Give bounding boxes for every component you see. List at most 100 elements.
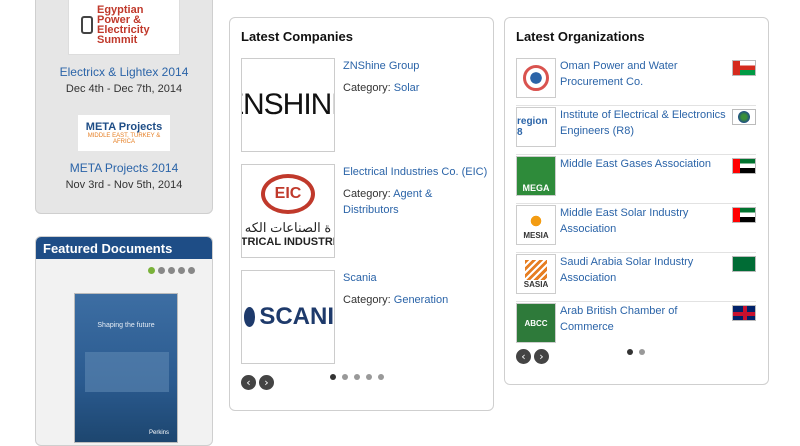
eic-logo-icon: EIC [261,174,315,214]
solar-panel-icon [525,259,547,280]
arrow-right-icon[interactable]: › [259,375,274,390]
organization-name-link[interactable]: Middle East Solar Industry Association [560,205,728,237]
featured-documents-heading: Featured Documents [36,237,212,259]
event-date: Dec 4th - Dec 7th, 2014 [65,83,183,95]
organization-logo-text: MESIA [523,230,549,240]
carousel-dot[interactable] [342,374,348,380]
latest-companies-panel: Latest Companies ZNSHINE ZNShine Group C… [229,17,494,411]
carousel-dot[interactable] [354,374,360,380]
arrow-right-icon[interactable]: › [534,349,549,364]
company-item: EIC ة الصناعات الكه CTRICAL INDUSTRIE El… [241,164,491,258]
event-title-link[interactable]: Electricx & Lightex 2014 [36,65,212,79]
document-cover-brand: Perkins [148,430,169,436]
carousel-dot[interactable] [148,267,155,274]
company-logo-text: EIC [274,185,302,202]
carousel-dot[interactable] [330,374,336,380]
organization-name-link[interactable]: Oman Power and Water Procurement Co. [560,58,728,90]
organization-logo-text: SASIA [523,279,549,289]
event-item: META Projects MIDDLE EAST, TURKEY & AFRI… [36,115,212,191]
event-title-link[interactable]: META Projects 2014 [36,161,212,175]
carousel-dot[interactable] [158,267,165,274]
event-logo[interactable]: Egyptian Power & Electricity Summit [68,0,180,55]
organization-logo[interactable] [516,58,556,98]
organization-logo[interactable]: ABCC [516,303,556,343]
organization-name-link[interactable]: Institute of Electrical & Electronics En… [560,107,728,139]
organization-logo-text: region 8 [517,116,548,138]
organization-item: region 8 Institute of Electrical & Elect… [516,107,756,155]
carousel-dot[interactable] [168,267,175,274]
organization-logo[interactable]: MESIA [516,205,556,245]
carousel-dot[interactable] [178,267,185,274]
organization-logo[interactable]: region 8 [516,107,556,147]
company-name-link[interactable]: Electrical Industries Co. (EIC) [343,166,487,178]
company-category: Category: Solar [343,80,483,96]
divider [516,105,756,106]
organization-item: MESIA Middle East Solar Industry Associa… [516,205,756,253]
event-logo-subtext: MIDDLE EAST, TURKEY & AFRICA [87,133,161,145]
carousel-dots [627,349,645,355]
event-logo-text: Egyptian Power & Electricity Summit [97,4,150,46]
companies-carousel-arrows: ‹ › [241,375,274,390]
featured-documents-panel: Featured Documents Shaping the future Pe… [35,236,213,446]
latest-organizations-heading: Latest Organizations [516,29,645,44]
events-panel: Egyptian Power & Electricity Summit Elec… [35,0,213,214]
organization-name-link[interactable]: Saudi Arabia Solar Industry Association [560,254,728,286]
organization-logo-text: ABCC [524,318,548,328]
globe-icon [732,109,756,125]
griffin-icon [244,307,256,327]
uae-flag-icon [732,207,756,223]
company-logo-subtext: CTRICAL INDUSTRIE [241,236,334,248]
carousel-dot[interactable] [639,349,645,355]
carousel-dots [330,374,384,380]
arrow-left-icon[interactable]: ‹ [516,349,531,364]
company-category: Category: Generation [343,292,483,308]
company-logo[interactable]: EIC ة الصناعات الكه CTRICAL INDUSTRIE [241,164,335,258]
uk-flag-icon [732,305,756,321]
event-item: Egyptian Power & Electricity Summit Elec… [36,0,212,95]
event-logo-text: META Projects [85,121,163,133]
company-logo-text: ZNSHINE [242,88,334,121]
company-category-label: Category: [343,294,391,306]
company-name-link[interactable]: Scania [343,272,377,284]
arrow-left-icon[interactable]: ‹ [241,375,256,390]
organizations-carousel-arrows: ‹ › [516,349,549,364]
carousel-dot[interactable] [378,374,384,380]
latest-companies-heading: Latest Companies [241,29,353,44]
organization-item: SASIA Saudi Arabia Solar Industry Associ… [516,254,756,302]
organization-item: MEGA Middle East Gases Association [516,156,756,204]
company-name-link[interactable]: ZNShine Group [343,60,419,72]
event-logo[interactable]: META Projects MIDDLE EAST, TURKEY & AFRI… [78,115,170,151]
company-category: Category: Agent & Distributors [343,186,483,218]
uae-flag-icon [732,158,756,174]
document-cover[interactable]: Shaping the future Perkins [74,293,178,443]
company-logo[interactable]: SCANI [241,270,335,364]
saudi-flag-icon [732,256,756,272]
company-category-link[interactable]: Solar [394,82,420,94]
company-item: ZNSHINE ZNShine Group Category: Solar [241,58,491,152]
organization-name-link[interactable]: Arab British Chamber of Commerce [560,303,728,335]
plug-icon [81,16,93,34]
organization-item: Oman Power and Water Procurement Co. [516,58,756,106]
event-date: Nov 3rd - Nov 5th, 2014 [65,179,183,191]
organization-name-link[interactable]: Middle East Gases Association [560,156,728,172]
organization-item: ABCC Arab British Chamber of Commerce [516,303,756,347]
carousel-dot[interactable] [366,374,372,380]
company-item: SCANI Scania Category: Generation [241,270,491,364]
carousel-dot[interactable] [188,267,195,274]
document-cover-image [85,352,169,392]
company-logo-subtext: ة الصناعات الكه [244,220,332,235]
divider [516,252,756,253]
organization-logo[interactable]: SASIA [516,254,556,294]
company-category-link[interactable]: Generation [394,294,448,306]
company-logo[interactable]: ZNSHINE [241,58,335,152]
organization-logo[interactable]: MEGA [516,156,556,196]
carousel-dot[interactable] [627,349,633,355]
company-category-label: Category: [343,188,391,200]
oman-flag-icon [732,60,756,76]
water-drop-icon [523,65,549,91]
sun-icon [528,210,544,231]
carousel-dots [148,267,195,274]
latest-organizations-panel: Latest Organizations Oman Power and Wate… [504,17,769,385]
divider [516,154,756,155]
organization-logo-text: MEGA [522,183,550,193]
